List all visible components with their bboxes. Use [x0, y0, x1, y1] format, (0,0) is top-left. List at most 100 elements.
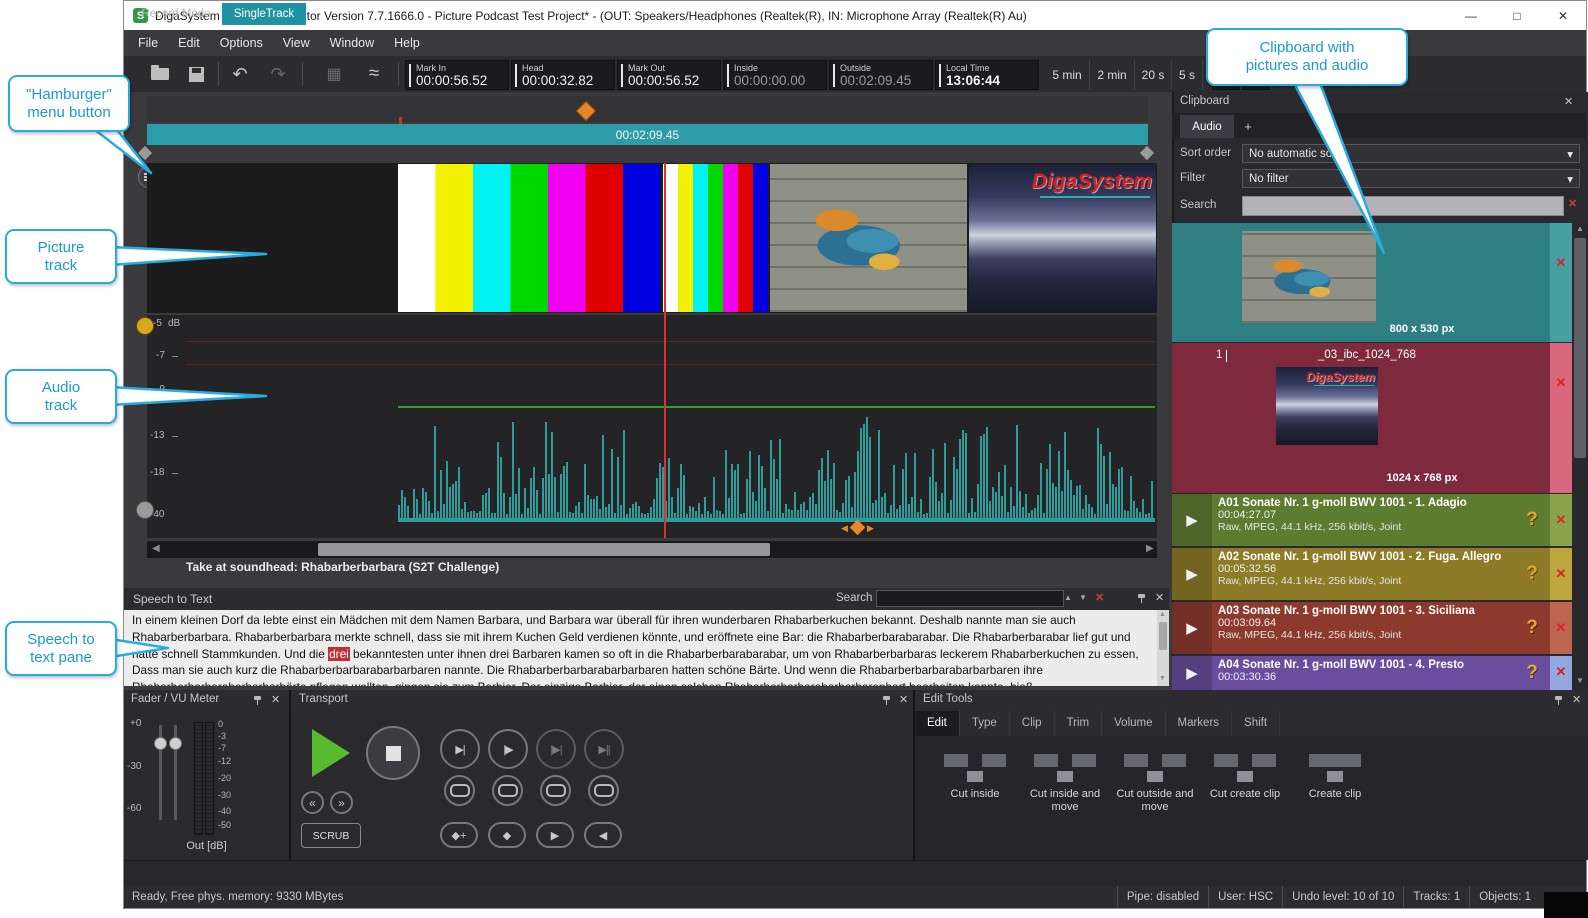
scrollbar-thumb[interactable] [1574, 238, 1586, 458]
transport-pin-button[interactable] [881, 695, 892, 706]
timeline-progress-bar[interactable]: 00:02:09.45 [147, 124, 1148, 145]
menu-item-options[interactable]: Options [210, 30, 273, 56]
menu-item-edit[interactable]: Edit [168, 30, 210, 56]
remove-button[interactable]: ✕ [1550, 343, 1572, 493]
time-field-mark-in[interactable]: Mark In 00:00:56.52 [405, 60, 509, 90]
play-to-markout-button[interactable]: ▶| [440, 729, 480, 769]
scroll-right-button[interactable]: ▶ [1146, 543, 1154, 554]
marker-prev-button[interactable]: ◀ [584, 822, 622, 848]
picture-clip-colorbars-1[interactable] [398, 164, 660, 312]
tab-audio[interactable]: Audio [1180, 115, 1234, 138]
waveform-tool-button[interactable]: ≈ [360, 61, 388, 87]
scroll-up-button[interactable]: ▲ [1159, 611, 1166, 618]
scrollbar-thumb[interactable] [318, 543, 770, 556]
time-field-head[interactable]: Head 00:00:32.82 [511, 60, 615, 90]
tab-shift[interactable]: Shift [1232, 711, 1280, 736]
time-field-local-time[interactable]: Local Time 13:06:44 [935, 60, 1039, 90]
remove-button[interactable]: ✕ [1550, 602, 1572, 654]
zoom-20s-button[interactable]: 20 s [1135, 60, 1172, 90]
question-button[interactable]: ? [1514, 656, 1550, 690]
menu-item-view[interactable]: View [273, 30, 320, 56]
sort-order-select[interactable]: No automatic sort ▾ [1242, 144, 1580, 163]
tab-type[interactable]: Type [960, 711, 1010, 736]
tab-singletrack[interactable]: SingleTrack [222, 3, 306, 25]
tab-markers[interactable]: Markers [1166, 711, 1233, 736]
picture-clip-colorbars-2[interactable] [663, 164, 768, 312]
zoom-2min-button[interactable]: 2 min [1090, 60, 1135, 90]
clipboard-search-input[interactable] [1242, 196, 1564, 216]
picture-clip-lizard-image[interactable] [770, 164, 967, 312]
question-button[interactable]: ? [1514, 494, 1550, 546]
gain-knob-bottom[interactable] [136, 501, 154, 519]
filter-select[interactable]: No filter ▾ [1242, 169, 1580, 188]
tab-edit[interactable]: Edit [915, 711, 960, 736]
save-button[interactable] [182, 61, 210, 87]
scroll-left-button[interactable]: ◀ [152, 543, 160, 554]
play-button[interactable]: ▶ [1172, 656, 1212, 690]
remove-button[interactable]: ✕ [1550, 494, 1572, 546]
clipboard-audio-item[interactable]: ▶ A02 Sonate Nr. 1 g-moll BWV 1001 - 2. … [1172, 548, 1572, 600]
marker-add-button[interactable]: ◆+ [440, 822, 478, 848]
undo-button[interactable]: ↶ [226, 61, 254, 87]
marker-remove-button[interactable]: ◆ [488, 822, 526, 848]
speech-search-input[interactable] [876, 590, 1064, 607]
cut-outside-move-button[interactable]: Cut outside and move [1113, 744, 1197, 844]
play-button[interactable]: ▶ [1172, 548, 1212, 600]
scroll-down-button[interactable]: ▼ [1576, 676, 1584, 685]
edit-tools-close-button[interactable]: ✕ [1572, 693, 1581, 706]
stop-button[interactable] [366, 726, 420, 780]
fader-handle-left[interactable] [154, 737, 167, 750]
waveform[interactable] [398, 410, 1155, 520]
speech-pin-button[interactable] [1136, 593, 1147, 604]
speech-text-pane[interactable]: In einem kleinen Dorf da lebte einst ein… [124, 610, 1169, 686]
question-button[interactable]: ? [1514, 602, 1550, 654]
time-field-mark-out[interactable]: Mark Out 00:00:56.52 [617, 60, 721, 90]
search-next-button[interactable]: ▼ [1079, 593, 1087, 602]
clipboard-audio-item[interactable]: ▶ A04 Sonate Nr. 1 g-moll BWV 1001 - 4. … [1172, 656, 1572, 690]
fader-pin-button[interactable] [252, 695, 263, 706]
loop-button-2[interactable] [492, 775, 523, 806]
speech-scrollbar[interactable]: ▲ ▼ [1157, 610, 1169, 686]
loop-button-3[interactable] [540, 775, 571, 806]
title-bar[interactable]: S DigaSystem SingleTrack Editor Version … [124, 1, 1586, 30]
menu-item-window[interactable]: Window [320, 30, 384, 56]
open-button[interactable] [146, 61, 174, 87]
clipboard-close-button[interactable]: ✕ [1564, 95, 1573, 108]
cut-inside-move-button[interactable]: Cut inside and move [1023, 744, 1107, 844]
forward-button[interactable]: » [330, 791, 353, 814]
fader-handle-right[interactable] [169, 737, 182, 750]
tab-add[interactable]: + [1236, 115, 1260, 138]
loop-button-1[interactable] [444, 775, 475, 806]
remove-button[interactable]: ✕ [1550, 223, 1572, 342]
search-clear-button[interactable]: ✕ [1095, 591, 1104, 604]
clipboard-scrollbar[interactable]: ▲ ▼ [1572, 222, 1588, 690]
clipboard-audio-item[interactable]: ▶ A01 Sonate Nr. 1 g-moll BWV 1001 - 1. … [1172, 494, 1572, 546]
cut-create-clip-button[interactable]: Cut create clip [1203, 744, 1287, 844]
clipboard-search-clear[interactable]: ✕ [1568, 197, 1577, 210]
play-button[interactable]: ▶ [1172, 494, 1212, 546]
scroll-down-button[interactable]: ▼ [1159, 675, 1166, 682]
rewind-button[interactable]: « [301, 791, 324, 814]
remove-button[interactable]: ✕ [1550, 656, 1572, 690]
tab-volume[interactable]: Volume [1102, 711, 1165, 736]
scrollbar-thumb[interactable] [1159, 622, 1167, 650]
gain-knob-top[interactable] [136, 317, 154, 335]
marker-next-button[interactable]: ▶ [536, 822, 574, 848]
loop-button-4[interactable] [588, 775, 619, 806]
maximize-button[interactable]: □ [1494, 1, 1540, 30]
clipboard-picture-item[interactable]: 1 _03_ibc_1024_768 DigaSystem 1024 x 768… [1172, 343, 1572, 493]
redo-button[interactable]: ↷ [264, 61, 292, 87]
time-field-outside[interactable]: Outside 00:02:09.45 [829, 60, 933, 90]
close-button[interactable]: ✕ [1540, 1, 1586, 30]
clipboard-picture-item[interactable]: 800 x 530 px ✕ [1172, 223, 1572, 342]
minimize-button[interactable]: — [1448, 1, 1494, 30]
zoom-5min-button[interactable]: 5 min [1045, 60, 1090, 90]
fader-close-button[interactable]: ✕ [271, 693, 280, 706]
thumbnail-digasystem[interactable]: DigaSystem [1276, 367, 1378, 445]
remove-button[interactable]: ✕ [1550, 548, 1572, 600]
zoom-5s-button[interactable]: 5 s [1172, 60, 1203, 90]
menu-item-help[interactable]: Help [384, 30, 430, 56]
menu-item-file[interactable]: File [128, 30, 168, 56]
cut-inside-button[interactable]: Cut inside [933, 744, 1017, 844]
picture-clip-digasystem-image[interactable]: DigaSystem [969, 164, 1156, 312]
